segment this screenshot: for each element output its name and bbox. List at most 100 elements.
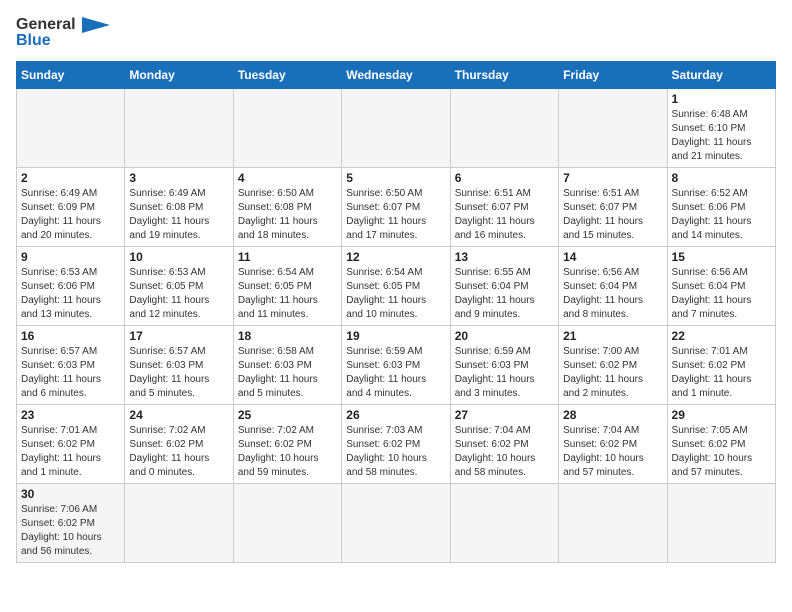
day-cell: 6 Sunrise: 6:51 AM Sunset: 6:07 PM Daylig… xyxy=(450,167,558,246)
day-cell: 5Sunrise: 6:50 AM Sunset: 6:07 PM Daylig… xyxy=(342,167,450,246)
calendar-week-row: 2Sunrise: 6:49 AM Sunset: 6:09 PM Daylig… xyxy=(17,167,776,246)
empty-day-cell xyxy=(559,88,667,167)
day-info: Sunrise: 6:57 AM Sunset: 6:03 PM Dayligh… xyxy=(21,345,120,401)
day-cell: 7 Sunrise: 6:51 AM Sunset: 6:07 PM Daylig… xyxy=(559,167,667,246)
day-cell: 14Sunrise: 6:56 AM Sunset: 6:04 PM Dayli… xyxy=(559,246,667,325)
empty-day-cell xyxy=(125,483,233,562)
day-cell: 1Sunrise: 6:48 AM Sunset: 6:10 PM Daylig… xyxy=(667,88,775,167)
day-info: Sunrise: 6:53 AM Sunset: 6:06 PM Dayligh… xyxy=(21,266,120,322)
day-cell: 23 Sunrise: 7:01 AM Sunset: 6:02 PM Dayli… xyxy=(17,404,125,483)
day-cell: 27 Sunrise: 7:04 AM Sunset: 6:02 PM Dayli… xyxy=(450,404,558,483)
calendar-week-row: 16 Sunrise: 6:57 AM Sunset: 6:03 PM Dayli… xyxy=(17,325,776,404)
day-cell: 26 Sunrise: 7:03 AM Sunset: 6:02 PM Dayli… xyxy=(342,404,450,483)
weekday-header: Monday xyxy=(125,61,233,88)
day-number: 30 xyxy=(21,487,120,501)
day-number: 17 xyxy=(129,329,228,343)
day-info: Sunrise: 6:51 AM Sunset: 6:07 PM Dayligh… xyxy=(563,187,662,243)
day-cell: 13Sunrise: 6:55 AM Sunset: 6:04 PM Dayli… xyxy=(450,246,558,325)
day-number: 28 xyxy=(563,408,662,422)
day-info: Sunrise: 7:04 AM Sunset: 6:02 PM Dayligh… xyxy=(455,424,554,480)
empty-day-cell xyxy=(233,483,341,562)
empty-day-cell xyxy=(450,483,558,562)
day-info: Sunrise: 6:59 AM Sunset: 6:03 PM Dayligh… xyxy=(346,345,445,401)
day-info: Sunrise: 7:02 AM Sunset: 6:02 PM Dayligh… xyxy=(238,424,337,480)
day-number: 8 xyxy=(672,171,771,185)
empty-day-cell xyxy=(667,483,775,562)
day-info: Sunrise: 7:04 AM Sunset: 6:02 PM Dayligh… xyxy=(563,424,662,480)
day-number: 7 xyxy=(563,171,662,185)
day-info: Sunrise: 6:57 AM Sunset: 6:03 PM Dayligh… xyxy=(129,345,228,401)
day-info: Sunrise: 7:05 AM Sunset: 6:02 PM Dayligh… xyxy=(672,424,771,480)
day-number: 3 xyxy=(129,171,228,185)
weekday-header: Friday xyxy=(559,61,667,88)
day-number: 9 xyxy=(21,250,120,264)
day-number: 25 xyxy=(238,408,337,422)
weekday-header: Saturday xyxy=(667,61,775,88)
day-number: 19 xyxy=(346,329,445,343)
day-info: Sunrise: 6:52 AM Sunset: 6:06 PM Dayligh… xyxy=(672,187,771,243)
day-cell: 25 Sunrise: 7:02 AM Sunset: 6:02 PM Dayli… xyxy=(233,404,341,483)
day-number: 5 xyxy=(346,171,445,185)
day-info: Sunrise: 7:06 AM Sunset: 6:02 PM Dayligh… xyxy=(21,503,120,559)
day-info: Sunrise: 6:58 AM Sunset: 6:03 PM Dayligh… xyxy=(238,345,337,401)
day-cell: 30 Sunrise: 7:06 AM Sunset: 6:02 PM Dayli… xyxy=(17,483,125,562)
day-cell: 16 Sunrise: 6:57 AM Sunset: 6:03 PM Dayli… xyxy=(17,325,125,404)
logo-blue-text: Blue xyxy=(16,32,51,50)
calendar-week-row: 9 Sunrise: 6:53 AM Sunset: 6:06 PM Daylig… xyxy=(17,246,776,325)
day-info: Sunrise: 7:01 AM Sunset: 6:02 PM Dayligh… xyxy=(21,424,120,480)
day-info: Sunrise: 6:59 AM Sunset: 6:03 PM Dayligh… xyxy=(455,345,554,401)
day-number: 16 xyxy=(21,329,120,343)
day-info: Sunrise: 7:02 AM Sunset: 6:02 PM Dayligh… xyxy=(129,424,228,480)
empty-day-cell xyxy=(450,88,558,167)
empty-day-cell xyxy=(125,88,233,167)
calendar-week-row: 23 Sunrise: 7:01 AM Sunset: 6:02 PM Dayli… xyxy=(17,404,776,483)
day-number: 27 xyxy=(455,408,554,422)
day-info: Sunrise: 6:49 AM Sunset: 6:09 PM Dayligh… xyxy=(21,187,120,243)
day-number: 18 xyxy=(238,329,337,343)
day-cell: 29 Sunrise: 7:05 AM Sunset: 6:02 PM Dayli… xyxy=(667,404,775,483)
day-number: 10 xyxy=(129,250,228,264)
weekday-header: Sunday xyxy=(17,61,125,88)
day-info: Sunrise: 6:51 AM Sunset: 6:07 PM Dayligh… xyxy=(455,187,554,243)
day-info: Sunrise: 7:03 AM Sunset: 6:02 PM Dayligh… xyxy=(346,424,445,480)
logo-flag-icon xyxy=(82,17,110,33)
day-info: Sunrise: 6:53 AM Sunset: 6:05 PM Dayligh… xyxy=(129,266,228,322)
weekday-header: Tuesday xyxy=(233,61,341,88)
day-info: Sunrise: 6:56 AM Sunset: 6:04 PM Dayligh… xyxy=(672,266,771,322)
day-number: 24 xyxy=(129,408,228,422)
weekday-header: Wednesday xyxy=(342,61,450,88)
day-cell: 15 Sunrise: 6:56 AM Sunset: 6:04 PM Dayli… xyxy=(667,246,775,325)
day-info: Sunrise: 7:01 AM Sunset: 6:02 PM Dayligh… xyxy=(672,345,771,401)
day-number: 12 xyxy=(346,250,445,264)
empty-day-cell xyxy=(559,483,667,562)
weekday-header-row: SundayMondayTuesdayWednesdayThursdayFrid… xyxy=(17,61,776,88)
day-number: 4 xyxy=(238,171,337,185)
day-cell: 9 Sunrise: 6:53 AM Sunset: 6:06 PM Daylig… xyxy=(17,246,125,325)
day-number: 15 xyxy=(672,250,771,264)
empty-day-cell xyxy=(342,483,450,562)
day-number: 22 xyxy=(672,329,771,343)
day-number: 23 xyxy=(21,408,120,422)
empty-day-cell xyxy=(17,88,125,167)
empty-day-cell xyxy=(233,88,341,167)
day-cell: 21 Sunrise: 7:00 AM Sunset: 6:02 PM Dayli… xyxy=(559,325,667,404)
day-cell: 20 Sunrise: 6:59 AM Sunset: 6:03 PM Dayli… xyxy=(450,325,558,404)
day-number: 26 xyxy=(346,408,445,422)
logo-general-text: General xyxy=(16,16,76,33)
day-number: 6 xyxy=(455,171,554,185)
day-cell: 10 Sunrise: 6:53 AM Sunset: 6:05 PM Dayli… xyxy=(125,246,233,325)
day-number: 13 xyxy=(455,250,554,264)
day-number: 21 xyxy=(563,329,662,343)
day-info: Sunrise: 6:56 AM Sunset: 6:04 PM Dayligh… xyxy=(563,266,662,322)
day-cell: 2Sunrise: 6:49 AM Sunset: 6:09 PM Daylig… xyxy=(17,167,125,246)
day-info: Sunrise: 7:00 AM Sunset: 6:02 PM Dayligh… xyxy=(563,345,662,401)
day-cell: 3 Sunrise: 6:49 AM Sunset: 6:08 PM Daylig… xyxy=(125,167,233,246)
day-number: 11 xyxy=(238,250,337,264)
day-number: 20 xyxy=(455,329,554,343)
day-cell: 12Sunrise: 6:54 AM Sunset: 6:05 PM Dayli… xyxy=(342,246,450,325)
day-info: Sunrise: 6:49 AM Sunset: 6:08 PM Dayligh… xyxy=(129,187,228,243)
logo: General Blue xyxy=(16,16,110,51)
calendar-table: SundayMondayTuesdayWednesdayThursdayFrid… xyxy=(16,61,776,563)
day-info: Sunrise: 6:54 AM Sunset: 6:05 PM Dayligh… xyxy=(238,266,337,322)
day-number: 29 xyxy=(672,408,771,422)
